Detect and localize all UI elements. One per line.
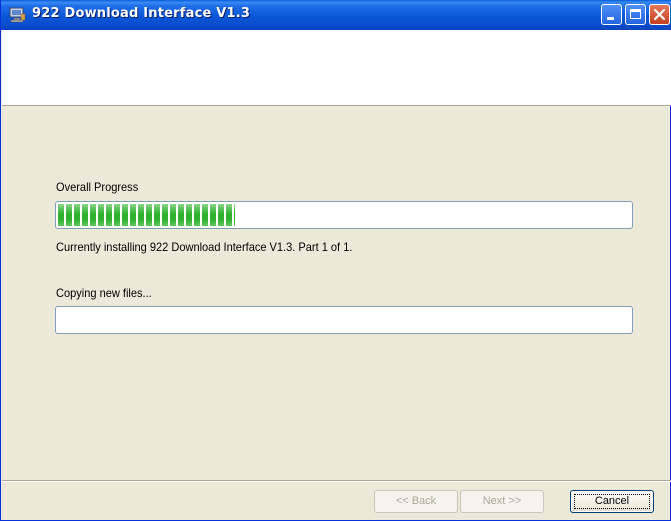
maximize-button[interactable] bbox=[625, 4, 646, 25]
overall-progress-fill bbox=[58, 204, 235, 226]
footer-separator bbox=[2, 480, 671, 482]
header-banner bbox=[2, 30, 671, 106]
cancel-button[interactable]: Cancel bbox=[570, 490, 654, 513]
minimize-button[interactable] bbox=[601, 4, 622, 25]
overall-progress-bar bbox=[55, 201, 633, 229]
title-bar[interactable]: 922 Download Interface V1.3 bbox=[1, 0, 671, 30]
installer-window: 922 Download Interface V1.3 Overall Prog… bbox=[0, 0, 671, 521]
close-button[interactable] bbox=[649, 4, 670, 25]
window-title: 922 Download Interface V1.3 bbox=[32, 6, 251, 21]
back-button[interactable]: << Back bbox=[374, 490, 458, 513]
maximize-icon bbox=[630, 9, 641, 19]
close-icon bbox=[653, 8, 666, 21]
file-progress-bar bbox=[55, 306, 633, 334]
focus-rectangle bbox=[574, 494, 650, 509]
next-button-label: Next >> bbox=[482, 495, 522, 507]
minimize-icon bbox=[607, 17, 614, 20]
file-progress-label: Copying new files... bbox=[56, 286, 152, 300]
overall-progress-label: Overall Progress bbox=[56, 180, 139, 194]
back-button-label: << Back bbox=[395, 495, 437, 507]
install-status-text: Currently installing 922 Download Interf… bbox=[56, 240, 353, 254]
installer-computer-icon bbox=[9, 7, 26, 23]
next-button[interactable]: Next >> bbox=[460, 490, 544, 513]
